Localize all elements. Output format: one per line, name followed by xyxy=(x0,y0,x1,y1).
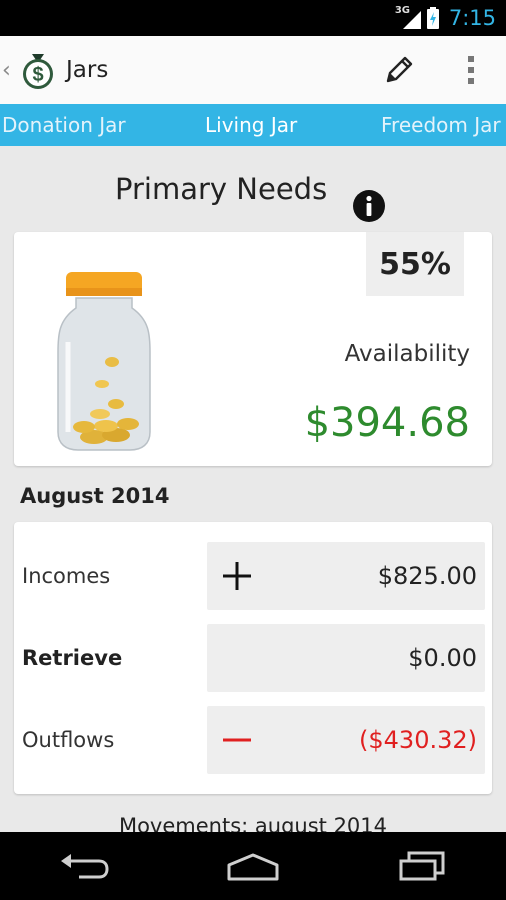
outflows-amount: ($430.32) xyxy=(359,726,477,754)
tab-living-jar[interactable]: Living Jar xyxy=(205,104,297,146)
jar-detail: Primary Needs 55% Availability $394.68 A… xyxy=(0,146,506,832)
minus-icon xyxy=(223,738,251,742)
nav-recents-button[interactable] xyxy=(387,846,457,886)
back-chevron-icon[interactable]: ‹ xyxy=(2,58,16,83)
outflows-label: Outflows xyxy=(22,728,115,752)
period-label: August 2014 xyxy=(20,484,170,508)
clock: 7:15 xyxy=(448,6,496,30)
retrieve-label: Retrieve xyxy=(22,646,123,670)
retrieve-amount: $0.00 xyxy=(408,644,477,672)
status-bar: 3G 7:15 xyxy=(0,0,506,36)
jar-name: Primary Needs xyxy=(115,172,328,206)
system-nav-bar xyxy=(0,832,506,900)
overflow-menu-button[interactable] xyxy=(460,49,482,91)
percentage-badge: 55% xyxy=(366,232,464,296)
action-bar: ‹ $ Jars xyxy=(0,36,506,104)
summary-card: Incomes $825.00 Retrieve $0.00 Outflows xyxy=(14,522,492,794)
pencil-icon xyxy=(386,56,413,83)
outflows-button[interactable]: ($430.32) xyxy=(207,706,485,774)
signal-icon: 3G xyxy=(395,5,421,29)
jar-heading: Primary Needs xyxy=(0,164,506,222)
edit-button[interactable] xyxy=(378,49,420,91)
app-title: Jars xyxy=(66,57,109,83)
tab-freedom-jar[interactable]: Freedom Jar xyxy=(381,104,501,146)
jar-illustration xyxy=(57,272,151,451)
jar-tabs: Donation Jar Living Jar Freedom Jar xyxy=(0,104,506,146)
incomes-amount: $825.00 xyxy=(377,562,477,590)
retrieve-row: Retrieve $0.00 xyxy=(14,624,492,692)
recent-apps-icon xyxy=(399,851,445,881)
info-icon[interactable] xyxy=(353,190,385,222)
svg-text:$: $ xyxy=(32,64,43,86)
outflows-row: Outflows ($430.32) xyxy=(14,706,492,774)
incomes-label: Incomes xyxy=(22,564,111,588)
money-bag-icon[interactable]: $ xyxy=(18,50,58,90)
plus-icon xyxy=(223,562,251,590)
retrieve-button[interactable]: $0.00 xyxy=(207,624,485,692)
incomes-row: Incomes $825.00 xyxy=(14,542,492,610)
nav-home-button[interactable] xyxy=(218,846,288,886)
incomes-button[interactable]: $825.00 xyxy=(207,542,485,610)
battery-icon xyxy=(426,7,439,29)
movements-title: Movements: august 2014 xyxy=(118,814,388,832)
availability-label: Availability xyxy=(344,341,470,367)
overflow-menu-icon xyxy=(468,56,474,84)
tab-donation-jar[interactable]: Donation Jar xyxy=(2,104,126,146)
back-arrow-icon xyxy=(61,854,109,879)
jar-card: 55% Availability $394.68 xyxy=(14,232,492,466)
nav-back-button[interactable] xyxy=(49,846,119,886)
availability-amount: $394.68 xyxy=(304,400,470,446)
home-icon xyxy=(227,853,279,881)
